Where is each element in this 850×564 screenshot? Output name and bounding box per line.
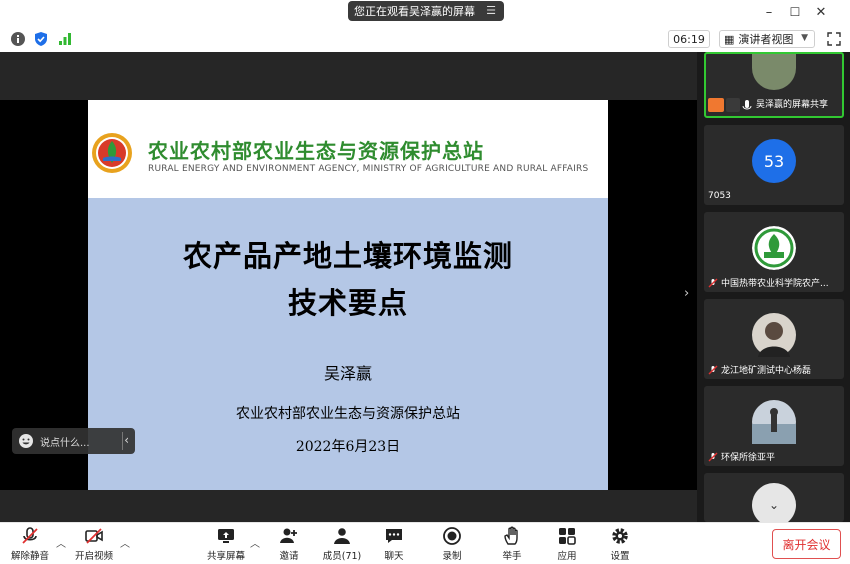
record-label: 录制 <box>442 551 462 562</box>
participant-name: 吴泽赢的屏幕共享 <box>756 100 829 110</box>
maximize-button[interactable]: ☐ <box>784 2 806 22</box>
slide-author: 吴泽赢 <box>323 364 372 383</box>
settings-label: 设置 <box>610 551 630 562</box>
chevron-up-icon[interactable]: ︿ <box>56 535 66 550</box>
chat-icon <box>386 529 402 543</box>
share-banner-text: 您正在观看吴泽赢的屏幕 <box>354 5 475 18</box>
start-video-label: 开启视频 <box>74 551 113 562</box>
shield-icon[interactable] <box>33 31 49 47</box>
participant-tile[interactable]: 53 7053 <box>704 125 844 205</box>
video-off-icon <box>85 528 103 544</box>
chat-label: 聊天 <box>384 551 404 562</box>
avatar <box>752 400 796 444</box>
chevron-left-icon[interactable]: ‹ <box>124 433 129 447</box>
chat-placeholder: 说点什么... <box>40 437 90 449</box>
participant-name: 中国热带农业科学院农产... <box>721 279 829 289</box>
participant-tile[interactable]: 中国热带农业科学院农产... <box>704 212 844 292</box>
unmute-label: 解除静音 <box>10 551 49 562</box>
slide-date: 2022年6月23日 <box>295 439 401 455</box>
apps-button[interactable]: 应用 <box>545 526 589 564</box>
start-video-button[interactable]: 开启视频 <box>72 526 116 564</box>
chevron-down-icon: ⌄ <box>768 498 780 512</box>
close-button[interactable]: ✕ <box>810 2 832 22</box>
chat-button[interactable]: 聊天 <box>372 526 416 564</box>
mic-icon <box>742 98 752 112</box>
invite-button[interactable]: 邀请 <box>267 526 311 564</box>
agency-logo-icon <box>92 133 132 173</box>
info-icon[interactable] <box>10 31 26 47</box>
members-label: 成员(71) <box>322 551 362 562</box>
apps-label: 应用 <box>557 551 577 562</box>
avatar: 53 <box>752 139 796 183</box>
mic-muted-icon <box>708 365 718 374</box>
screen-share-icon <box>726 98 740 112</box>
mic-muted-icon <box>22 527 38 544</box>
members-icon <box>334 528 350 544</box>
avatar <box>752 313 796 357</box>
title-bar: 您正在观看吴泽赢的屏幕 ☰ – ☐ ✕ <box>0 0 850 24</box>
collapse-panel-icon[interactable]: › <box>684 286 689 301</box>
avatar <box>752 226 796 270</box>
share-banner[interactable]: 您正在观看吴泽赢的屏幕 ☰ <box>348 1 504 21</box>
signal-icon[interactable] <box>57 31 73 47</box>
raise-hand-button[interactable]: 举手 <box>490 526 534 564</box>
slide-title-line1: 农产品产地土壤环境监测 <box>182 239 513 273</box>
org-name-en: RURAL ENERGY AND ENVIRONMENT AGENCY, MIN… <box>148 164 589 174</box>
participant-name: 7053 <box>708 191 731 201</box>
gear-icon <box>612 528 628 544</box>
chevron-down-icon: ▼ <box>801 33 808 43</box>
chevron-up-icon[interactable]: ︿ <box>120 535 130 550</box>
menu-icon[interactable]: ☰ <box>486 4 496 17</box>
emoji-icon[interactable] <box>18 433 34 449</box>
chat-input-pill[interactable]: 说点什么... ‹ <box>12 428 135 454</box>
view-mode-select[interactable]: ▦ 演讲者视图 ▼ <box>719 30 815 48</box>
raise-hand-label: 举手 <box>502 551 522 562</box>
settings-button[interactable]: 设置 <box>598 526 642 564</box>
unmute-button[interactable]: 解除静音 <box>8 526 52 564</box>
slide-header: 农业农村部农业生态与资源保护总站 RURAL ENERGY AND ENVIRO… <box>88 100 608 198</box>
slide-title-line2: 技术要点 <box>287 286 408 320</box>
host-icon <box>708 98 724 112</box>
hand-icon <box>504 526 518 545</box>
meeting-toolbar: 06:19 ▦ 演讲者视图 ▼ <box>0 26 850 52</box>
participant-tile[interactable]: ⌄ <box>704 473 844 522</box>
participant-name: 龙江地矿测试中心杨磊 <box>721 366 812 376</box>
record-button[interactable]: 录制 <box>430 526 474 564</box>
participant-tile[interactable]: 吴泽赢的屏幕共享 <box>704 52 844 118</box>
mic-muted-icon <box>708 278 718 287</box>
org-name-cn: 农业农村部农业生态与资源保护总站 <box>148 139 484 163</box>
add-user-icon <box>280 528 297 543</box>
participant-name: 环保所徐亚平 <box>721 453 776 463</box>
presentation-slide: 农业农村部农业生态与资源保护总站 RURAL ENERGY AND ENVIRO… <box>88 100 608 490</box>
share-screen-button[interactable]: 共享屏幕 <box>204 526 248 564</box>
invite-label: 邀请 <box>279 551 299 562</box>
grid-icon: ▦ <box>724 32 735 46</box>
record-icon <box>443 527 461 545</box>
chevron-up-icon[interactable]: ︿ <box>250 535 260 550</box>
fullscreen-icon[interactable] <box>827 32 841 46</box>
slide-organization: 农业农村部农业生态与资源保护总站 <box>236 406 460 422</box>
control-bar: 解除静音 ︿ 开启视频 ︿ 共享屏幕 ︿ 邀请 成员(71) 聊天 录制 举手 … <box>0 522 850 564</box>
meeting-timer: 06:19 <box>668 30 710 48</box>
leave-meeting-button[interactable]: 离开会议 <box>772 529 841 559</box>
apps-icon <box>559 528 576 545</box>
share-screen-icon <box>218 529 234 543</box>
shared-screen: 农业农村部农业生态与资源保护总站 RURAL ENERGY AND ENVIRO… <box>0 52 697 522</box>
minimize-button[interactable]: – <box>758 2 780 22</box>
share-screen-label: 共享屏幕 <box>206 551 245 562</box>
participant-panel[interactable]: 吴泽赢的屏幕共享 53 7053 中国热带农业科学院农产... 龙江地矿测试中心… <box>703 52 850 522</box>
members-button[interactable]: 成员(71) <box>320 526 364 564</box>
participant-tile[interactable]: 环保所徐亚平 <box>704 386 844 466</box>
avatar <box>752 54 796 90</box>
participant-tile[interactable]: 龙江地矿测试中心杨磊 <box>704 299 844 379</box>
view-mode-label: 演讲者视图 <box>738 33 794 46</box>
meeting-window: 您正在观看吴泽赢的屏幕 ☰ – ☐ ✕ 06:19 ▦ 演讲者视图 ▼ 农业农村… <box>0 0 850 564</box>
mic-muted-icon <box>708 452 718 461</box>
scroll-more-button[interactable]: ⌄ <box>752 483 796 522</box>
